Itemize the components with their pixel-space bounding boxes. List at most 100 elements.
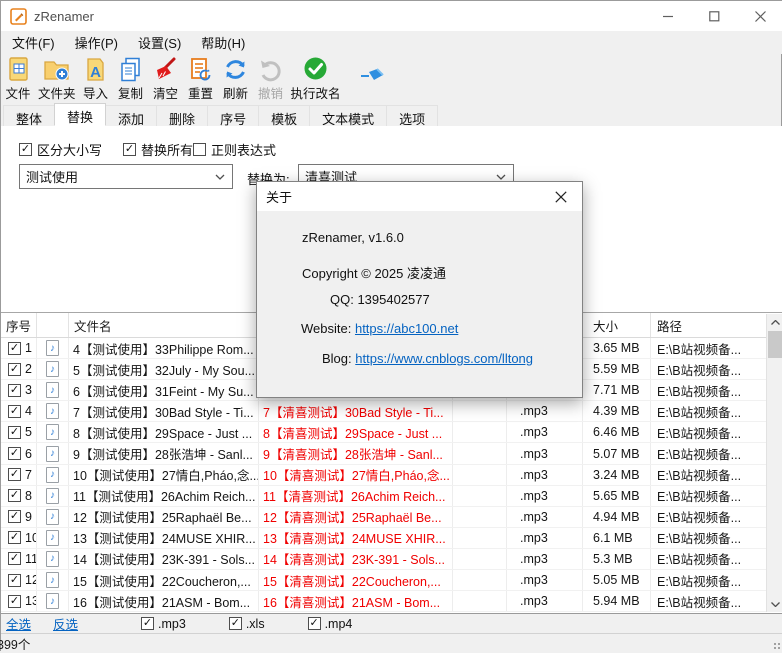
vertical-scrollbar[interactable] <box>766 314 782 612</box>
extension-cell: .mp3 <box>507 401 583 421</box>
tab[interactable]: 添加 <box>105 105 157 126</box>
path-cell: E:\B站视频备... <box>651 507 766 527</box>
row-checkbox[interactable] <box>8 531 21 544</box>
refresh-button[interactable]: 刷新 <box>221 56 251 102</box>
row-checkbox[interactable] <box>8 552 21 565</box>
table-row[interactable]: 4 ♪ 7【测试使用】30Bad Style - Ti... 7【清喜测试】30… <box>1 401 782 422</box>
scroll-down-button[interactable] <box>767 596 782 612</box>
path-cell: E:\B站视频备... <box>651 422 766 442</box>
blog-link[interactable]: https://www.cnblogs.com/lltong <box>355 351 533 366</box>
menu-item[interactable]: 文件(F) <box>2 30 65 55</box>
checkbox[interactable] <box>229 617 242 630</box>
tab[interactable]: 序号 <box>207 105 259 126</box>
website-label: Website: <box>301 321 351 336</box>
about-blog-row: Blog: https://www.cnblogs.com/lltong <box>322 351 533 366</box>
row-checkbox[interactable] <box>8 468 21 481</box>
scroll-up-button[interactable] <box>767 314 782 330</box>
checkbox[interactable] <box>308 617 321 630</box>
path-cell: E:\B站视频备... <box>651 570 766 590</box>
new-filename: 12【清喜测试】25Raphaël Be... <box>259 507 453 527</box>
row-checkbox[interactable] <box>8 363 21 376</box>
row-checkbox[interactable] <box>8 574 21 587</box>
scrollbar-thumb[interactable] <box>768 331 782 358</box>
option-checkbox-group[interactable]: 正则表达式 <box>193 140 276 159</box>
toolbar-label: 清空 <box>153 83 178 102</box>
table-row[interactable]: 12 ♪ 15【测试使用】22Coucheron,... 15【清喜测试】22C… <box>1 570 782 591</box>
resize-grip[interactable] <box>773 642 781 650</box>
row-checkbox[interactable] <box>8 384 21 397</box>
music-file-icon: ♪ <box>46 446 59 462</box>
size-cell: 7.71 MB <box>583 380 651 400</box>
table-row[interactable]: 13 ♪ 16【测试使用】21ASM - Bom... 16【清喜测试】21AS… <box>1 591 782 612</box>
tab[interactable]: 模板 <box>258 105 310 126</box>
header-size[interactable]: 大小 <box>583 313 651 337</box>
checkbox[interactable] <box>193 143 206 156</box>
pin-button[interactable] <box>360 66 386 89</box>
row-number: 13 <box>25 594 37 608</box>
reset-button[interactable]: 重置 <box>186 56 216 102</box>
table-row[interactable]: 11 ♪ 14【测试使用】23K-391 - Sols... 14【清喜测试】2… <box>1 549 782 570</box>
tab[interactable]: 文本模式 <box>309 105 387 126</box>
select-all-link[interactable]: 全选 <box>6 614 31 633</box>
row-checkbox[interactable] <box>8 426 21 439</box>
music-file-icon: ♪ <box>46 572 59 588</box>
minimize-button[interactable] <box>645 1 691 31</box>
search-text-combobox[interactable]: 测试使用 <box>19 164 233 189</box>
extension-filter[interactable]: .mp4 <box>308 617 353 631</box>
file-icon <box>5 56 32 83</box>
row-checkbox[interactable] <box>8 595 21 608</box>
header-icon[interactable] <box>37 313 69 337</box>
table-row[interactable]: 5 ♪ 8【测试使用】29Space - Just ... 8【清喜测试】29S… <box>1 422 782 443</box>
table-row[interactable]: 9 ♪ 12【测试使用】25Raphaël Be... 12【清喜测试】25Ra… <box>1 507 782 528</box>
table-row[interactable]: 8 ♪ 11【测试使用】26Achim Reich... 11【清喜测试】26A… <box>1 486 782 507</box>
music-file-icon: ♪ <box>46 340 59 356</box>
tab[interactable]: 替换 <box>54 103 106 126</box>
row-checkbox[interactable] <box>8 405 21 418</box>
chevron-up-icon <box>771 320 780 325</box>
menu-item[interactable]: 帮助(H) <box>191 30 255 55</box>
copy-button[interactable]: 复制 <box>116 56 146 102</box>
check-circle-icon <box>302 56 329 83</box>
invert-selection-link[interactable]: 反选 <box>53 614 78 633</box>
row-checkbox[interactable] <box>8 447 21 460</box>
table-row[interactable]: 10 ♪ 13【测试使用】24MUSE XHIR... 13【清喜测试】24MU… <box>1 528 782 549</box>
row-checkbox[interactable] <box>8 342 21 355</box>
tab[interactable]: 删除 <box>156 105 208 126</box>
add-files-button[interactable]: 文件 <box>3 56 33 102</box>
option-checkbox-group[interactable]: 区分大小写 <box>19 140 123 159</box>
checkbox[interactable] <box>123 143 136 156</box>
execute-rename-button[interactable]: 执行改名 <box>291 56 341 102</box>
undo-button[interactable]: 撤销 <box>256 56 286 102</box>
new-filename: 7【清喜测试】30Bad Style - Ti... <box>259 401 453 421</box>
extension-filter[interactable]: .mp3 <box>141 617 186 631</box>
maximize-button[interactable] <box>691 1 737 31</box>
table-row[interactable]: 7 ♪ 10【测试使用】27情白,Pháo,念... 10【清喜测试】27情白,… <box>1 465 782 486</box>
website-link[interactable]: https://abc100.net <box>355 321 458 336</box>
about-dialog: 关于 zRenamer, v1.6.0 Copyright © 2025 凌凌通… <box>256 181 583 398</box>
clear-button[interactable]: 清空 <box>151 56 181 102</box>
add-folder-button[interactable]: 文件夹 <box>38 56 76 102</box>
old-filename: 6【测试使用】31Feint - My Su... <box>69 380 259 400</box>
chevron-down-icon <box>771 602 780 607</box>
header-filename[interactable]: 文件名 <box>69 313 259 337</box>
menu-item[interactable]: 设置(S) <box>128 30 191 55</box>
header-index[interactable]: 序号 <box>1 313 37 337</box>
dialog-close-button[interactable] <box>540 182 582 211</box>
checkbox[interactable] <box>19 143 32 156</box>
menu-item[interactable]: 操作(P) <box>65 30 128 55</box>
tab[interactable]: 选项 <box>386 105 438 126</box>
row-checkbox[interactable] <box>8 510 21 523</box>
old-filename: 10【测试使用】27情白,Pháo,念... <box>69 465 259 485</box>
extension-filter[interactable]: .xls <box>229 617 265 631</box>
close-button[interactable] <box>737 1 782 31</box>
table-row[interactable]: 6 ♪ 9【测试使用】28张浩坤 - Sanl... 9【清喜测试】28张浩坤 … <box>1 443 782 464</box>
header-path[interactable]: 路径 <box>651 313 766 337</box>
checkbox[interactable] <box>141 617 154 630</box>
import-button[interactable]: A 导入 <box>81 56 111 102</box>
blank-cell <box>453 507 507 527</box>
old-filename: 14【测试使用】23K-391 - Sols... <box>69 549 259 569</box>
option-checkbox-group[interactable]: 替换所有 <box>123 140 193 159</box>
tab[interactable]: 整体 <box>3 105 55 126</box>
folder-plus-icon <box>43 56 70 83</box>
row-checkbox[interactable] <box>8 489 21 502</box>
